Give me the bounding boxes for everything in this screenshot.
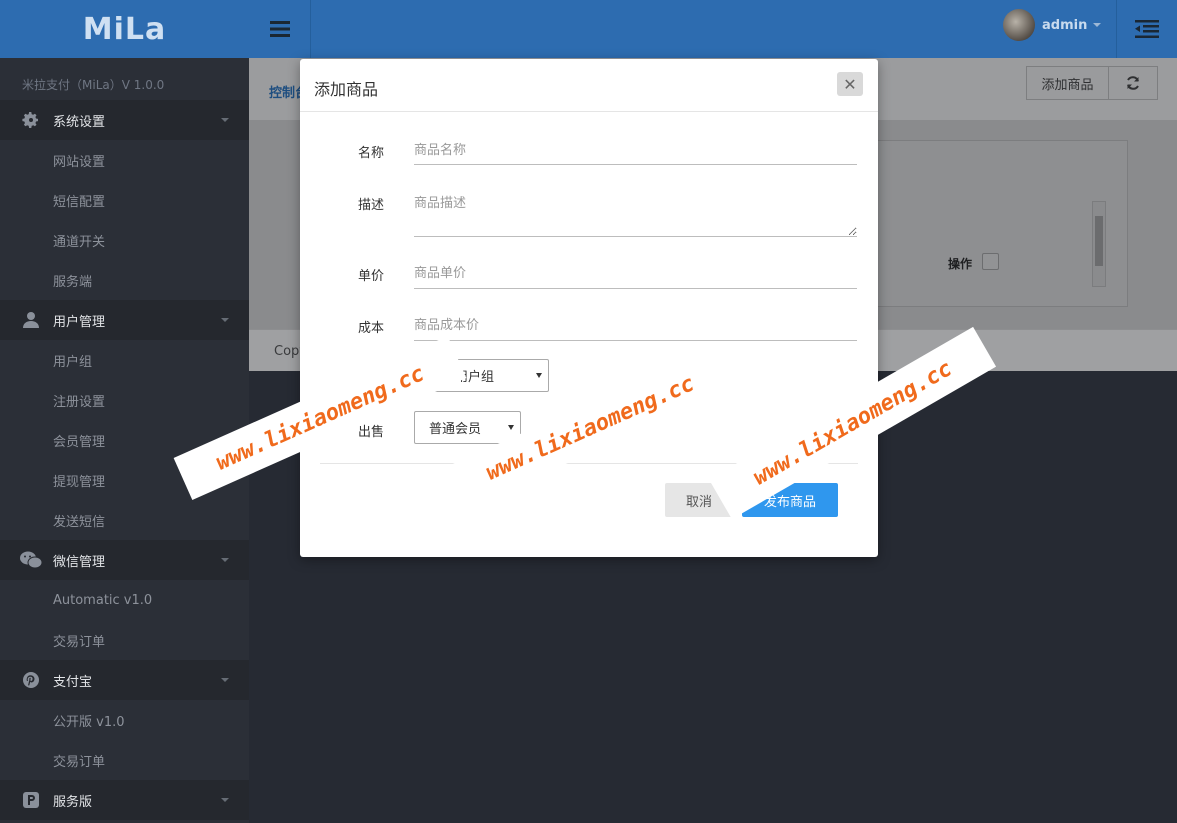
chevron-down-icon [508,425,514,430]
column-header-actions: 操作 [948,257,973,271]
sidebar-group-label: 用户管理 [53,314,106,330]
sidebar-item-member-management[interactable]: 会员管理 [0,420,249,460]
scrollbar[interactable] [1092,201,1106,287]
app-logo[interactable]: MiLa [0,0,249,58]
sidebar-group-user-management[interactable]: 用户管理 [0,300,249,340]
sidebar-item-user-groups[interactable]: 用户组 [0,340,249,380]
sidebar-group-service-edition[interactable]: 服务版 [0,780,249,820]
publish-product-button[interactable]: 发布商品 [742,483,838,517]
product-price-input[interactable] [414,259,857,289]
p-square-icon [20,789,42,811]
sale-group-select[interactable]: 出售用户组 [414,359,549,392]
user-menu[interactable]: admin [1003,9,1102,41]
chevron-down-icon [221,318,229,322]
sidebar-item-withdraw-management[interactable]: 提现管理 [0,460,249,500]
price-label: 单价 [358,269,385,284]
product-name-input[interactable] [414,137,857,165]
sale-group-select-value: 出售用户组 [429,370,495,385]
description-label: 描述 [358,198,385,213]
toolbar: 添加商品 [1026,66,1158,100]
sidebar-group-alipay[interactable]: 支付宝 [0,660,249,700]
username: admin [1042,17,1088,33]
sidebar-item-server[interactable]: 服务端 [0,260,249,300]
dialog-header: 添加商品 ✕ [300,59,878,112]
chevron-down-icon [536,373,542,378]
sale-member-select-value: 普通会员 [429,422,482,437]
close-button[interactable]: ✕ [837,72,863,96]
user-icon [20,309,42,331]
dialog-title: 添加商品 [314,80,379,99]
sidebar-item-alipay-orders[interactable]: 交易订单 [0,740,249,780]
product-cost-input[interactable] [414,311,857,341]
sidebar-group-system-settings[interactable]: 系统设置 [0,100,249,140]
dialog-divider [320,463,858,464]
menu-toggle-button[interactable] [249,0,311,58]
right-panel-toggle-button[interactable] [1116,0,1177,58]
avatar [1003,9,1035,41]
sidebar-item-site-settings[interactable]: 网站设置 [0,140,249,180]
sidebar-group-label: 系统设置 [53,114,106,130]
indent-icon [1135,20,1159,38]
sidebar-item-wechat-orders[interactable]: 交易订单 [0,620,249,660]
refresh-button[interactable] [1109,67,1157,99]
sidebar-item-send-sms[interactable]: 发送短信 [0,500,249,540]
chevron-down-icon [221,118,229,122]
add-product-dialog: 添加商品 ✕ 名称 描述 单价 成本 出售用户组 出售 普通会员 取消 发布商品 [300,59,878,557]
pinterest-icon [20,669,42,691]
sidebar-group-label: 支付宝 [53,674,93,690]
top-navbar: admin [249,0,1177,58]
cancel-button[interactable]: 取消 [665,483,733,517]
select-all-checkbox[interactable] [982,253,999,270]
chevron-down-icon [221,678,229,682]
sidebar-group-label: 微信管理 [53,554,106,570]
sale-label: 出售 [358,425,385,440]
hamburger-icon [269,21,290,37]
sale-member-select[interactable]: 普通会员 [414,411,521,444]
app-version: 米拉支付（MiLa）V 1.0.0 [22,78,165,92]
close-icon: ✕ [843,74,857,94]
add-product-button[interactable]: 添加商品 [1027,67,1109,99]
sidebar-item-alipay-public[interactable]: 公开版 v1.0 [0,700,249,740]
sidebar-item-sms-config[interactable]: 短信配置 [0,180,249,220]
cost-label: 成本 [358,321,385,336]
refresh-icon [1127,76,1139,90]
chevron-down-icon [1093,23,1102,27]
sidebar-item-register-settings[interactable]: 注册设置 [0,380,249,420]
scrollbar-thumb[interactable] [1095,216,1103,266]
sidebar-item-channel-switch[interactable]: 通道开关 [0,220,249,260]
sidebar-group-label: 服务版 [53,794,93,810]
chevron-down-icon [221,798,229,802]
wechat-icon [20,549,42,571]
product-description-input[interactable] [414,190,857,237]
chevron-down-icon [221,558,229,562]
sidebar: MiLa 米拉支付（MiLa）V 1.0.0 系统设置 网站设置 短信配置 通道… [0,0,249,823]
gear-icon [20,109,42,131]
name-label: 名称 [358,146,385,161]
sidebar-group-wechat[interactable]: 微信管理 [0,540,249,580]
sidebar-item-wechat-automatic[interactable]: Automatic v1.0 [0,580,249,620]
